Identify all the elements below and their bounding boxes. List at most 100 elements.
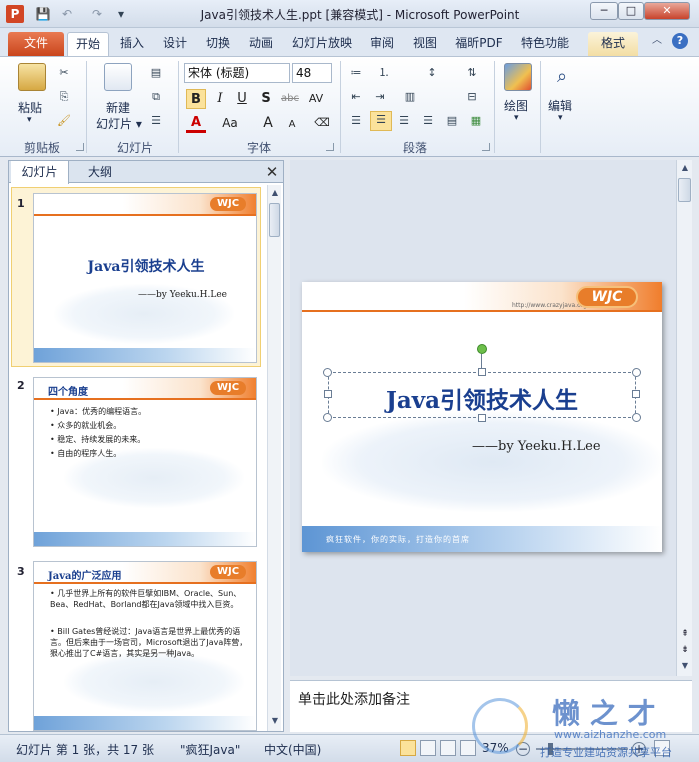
theme-name[interactable]: "疯狂Java" xyxy=(180,741,240,758)
zoom-out-icon[interactable]: − xyxy=(516,742,530,756)
customize-qat-icon[interactable]: ▾ xyxy=(112,5,130,23)
fit-to-window-icon[interactable] xyxy=(654,740,670,756)
paste-button[interactable]: 粘贴 xyxy=(18,99,42,116)
editing-dropdown-icon[interactable]: ▾ xyxy=(558,113,563,123)
language-indicator[interactable]: 中文(中国) xyxy=(264,741,321,758)
current-slide[interactable]: http://www.crazyjava.org WJC Java引领技术人生 … xyxy=(302,282,662,552)
save-icon[interactable]: 💾 xyxy=(34,5,52,23)
copy-icon[interactable]: ⎘ xyxy=(56,89,72,105)
scrollbar-thumb[interactable] xyxy=(269,203,280,237)
notes-placeholder[interactable]: 单击此处添加备注 xyxy=(298,689,410,709)
slide-thumbnail-3[interactable]: WJC Java的广泛应用 • 几乎世界上所有的软件巨擘如IBM、Oracle、… xyxy=(33,561,257,731)
justify-icon[interactable]: ☰ xyxy=(420,113,436,129)
scroll-up-icon[interactable]: ▲ xyxy=(679,162,691,174)
text-direction-icon[interactable]: ⇅ xyxy=(464,65,480,81)
underline-button[interactable]: U xyxy=(232,89,252,109)
change-case-button[interactable]: Aa xyxy=(220,113,240,133)
tab-foxit-pdf[interactable]: 福昕PDF xyxy=(450,32,508,56)
format-painter-icon[interactable]: 🖌 xyxy=(56,113,72,129)
zoom-level[interactable]: 37% xyxy=(482,741,509,755)
close-icon[interactable]: ✕ xyxy=(263,163,281,181)
next-slide-icon[interactable]: ⇟ xyxy=(679,644,691,656)
resize-handle[interactable] xyxy=(632,390,640,398)
align-right-icon[interactable]: ☰ xyxy=(396,113,412,129)
slide-thumbnail-2[interactable]: WJC 四个角度 • Java：优秀的编程语言。 • 众多的就业机会。 • 稳定… xyxy=(33,377,257,547)
zoom-slider-thumb[interactable] xyxy=(548,743,553,755)
zoom-in-icon[interactable]: + xyxy=(632,742,646,756)
align-center-icon[interactable]: ☰ xyxy=(370,111,392,131)
paragraph-launcher-icon[interactable] xyxy=(482,143,490,151)
new-slide-icon[interactable] xyxy=(104,63,132,91)
resize-handle[interactable] xyxy=(324,390,332,398)
clipboard-launcher-icon[interactable] xyxy=(76,143,84,151)
slide-sorter-icon[interactable] xyxy=(420,740,436,756)
scroll-down-icon[interactable]: ▼ xyxy=(269,715,281,727)
close-button[interactable]: ✕ xyxy=(644,2,690,20)
tab-transitions[interactable]: 切换 xyxy=(198,32,238,56)
tab-special-features[interactable]: 特色功能 xyxy=(514,32,576,56)
powerpoint-app-icon[interactable]: P xyxy=(6,5,24,23)
clear-formatting-icon[interactable]: ⌫ xyxy=(312,113,332,133)
tab-view[interactable]: 视图 xyxy=(405,32,445,56)
tab-outline[interactable]: 大纲 xyxy=(71,161,129,183)
find-binoculars-icon[interactable]: ⌕ xyxy=(548,63,576,91)
cut-icon[interactable]: ✂ xyxy=(56,65,72,81)
shapes-icon[interactable] xyxy=(504,63,532,91)
scroll-up-icon[interactable]: ▲ xyxy=(269,187,281,199)
grow-font-button[interactable]: A xyxy=(258,113,278,133)
tab-file[interactable]: 文件 xyxy=(8,32,64,56)
font-name-combo[interactable]: 宋体 (标题) xyxy=(184,63,290,83)
rotate-handle[interactable] xyxy=(477,344,487,354)
increase-indent-icon[interactable]: ⇥ xyxy=(372,89,388,105)
distributed-icon[interactable]: ▤ xyxy=(444,113,460,129)
slide-title[interactable]: Java引领技术人生 xyxy=(329,381,635,415)
font-color-button[interactable]: A xyxy=(186,113,206,133)
slide-thumbnail-1[interactable]: WJC Java引领技术人生 ——by Yeeku.H.Lee xyxy=(33,193,257,363)
previous-slide-icon[interactable]: ⇞ xyxy=(679,628,691,640)
notes-pane[interactable]: 单击此处添加备注 xyxy=(290,680,692,732)
italic-button[interactable]: I xyxy=(210,89,230,109)
tab-review[interactable]: 审阅 xyxy=(362,32,402,56)
bold-button[interactable]: B xyxy=(186,89,206,109)
reading-view-icon[interactable] xyxy=(440,740,456,756)
resize-handle[interactable] xyxy=(478,368,486,376)
layout-icon[interactable]: ▤ xyxy=(148,65,164,81)
slides-panel-scrollbar[interactable]: ▲ ▼ xyxy=(267,185,281,731)
numbering-icon[interactable]: ⒈ xyxy=(376,65,392,81)
paste-icon[interactable] xyxy=(18,63,46,91)
tab-slides[interactable]: 幻灯片 xyxy=(11,161,69,184)
tab-insert[interactable]: 插入 xyxy=(112,32,152,56)
editing-button[interactable]: 编辑 xyxy=(548,97,572,114)
scrollbar-thumb[interactable] xyxy=(678,178,691,202)
resize-handle[interactable] xyxy=(478,414,486,422)
undo-icon[interactable]: ↶ xyxy=(58,5,76,23)
resize-handle[interactable] xyxy=(632,368,641,377)
drawing-button[interactable]: 绘图 xyxy=(504,97,528,114)
resize-handle[interactable] xyxy=(323,368,332,377)
decrease-indent-icon[interactable]: ⇤ xyxy=(348,89,364,105)
resize-handle[interactable] xyxy=(323,413,332,422)
smartart-icon[interactable]: ▦ xyxy=(468,113,484,129)
main-scrollbar[interactable]: ▲ ⇞ ⇟ ▼ xyxy=(676,160,692,676)
reset-slide-icon[interactable]: ⧉ xyxy=(148,89,164,105)
font-launcher-icon[interactable] xyxy=(326,143,334,151)
tab-animations[interactable]: 动画 xyxy=(241,32,281,56)
tab-design[interactable]: 设计 xyxy=(155,32,195,56)
normal-view-icon[interactable] xyxy=(400,740,416,756)
section-icon[interactable]: ☰ xyxy=(148,113,164,129)
shadow-button[interactable]: S xyxy=(256,89,276,109)
bullets-icon[interactable]: ≔ xyxy=(348,65,364,81)
tab-slideshow[interactable]: 幻灯片放映 xyxy=(288,32,356,56)
tab-home[interactable]: 开始 xyxy=(67,32,109,57)
font-size-combo[interactable]: 48 xyxy=(292,63,332,83)
drawing-dropdown-icon[interactable]: ▾ xyxy=(514,113,519,123)
scroll-down-icon[interactable]: ▼ xyxy=(679,660,691,672)
paste-dropdown-icon[interactable]: ▾ xyxy=(27,115,32,125)
new-slide-dropdown[interactable]: 幻灯片 ▾ xyxy=(96,115,142,132)
align-text-icon[interactable]: ⊟ xyxy=(464,89,480,105)
columns-icon[interactable]: ▥ xyxy=(402,89,418,105)
help-icon[interactable]: ? xyxy=(672,33,688,49)
shrink-font-button[interactable]: A xyxy=(282,115,302,135)
title-placeholder[interactable]: Java引领技术人生 xyxy=(328,372,636,418)
char-spacing-icon[interactable]: AV xyxy=(306,89,326,109)
